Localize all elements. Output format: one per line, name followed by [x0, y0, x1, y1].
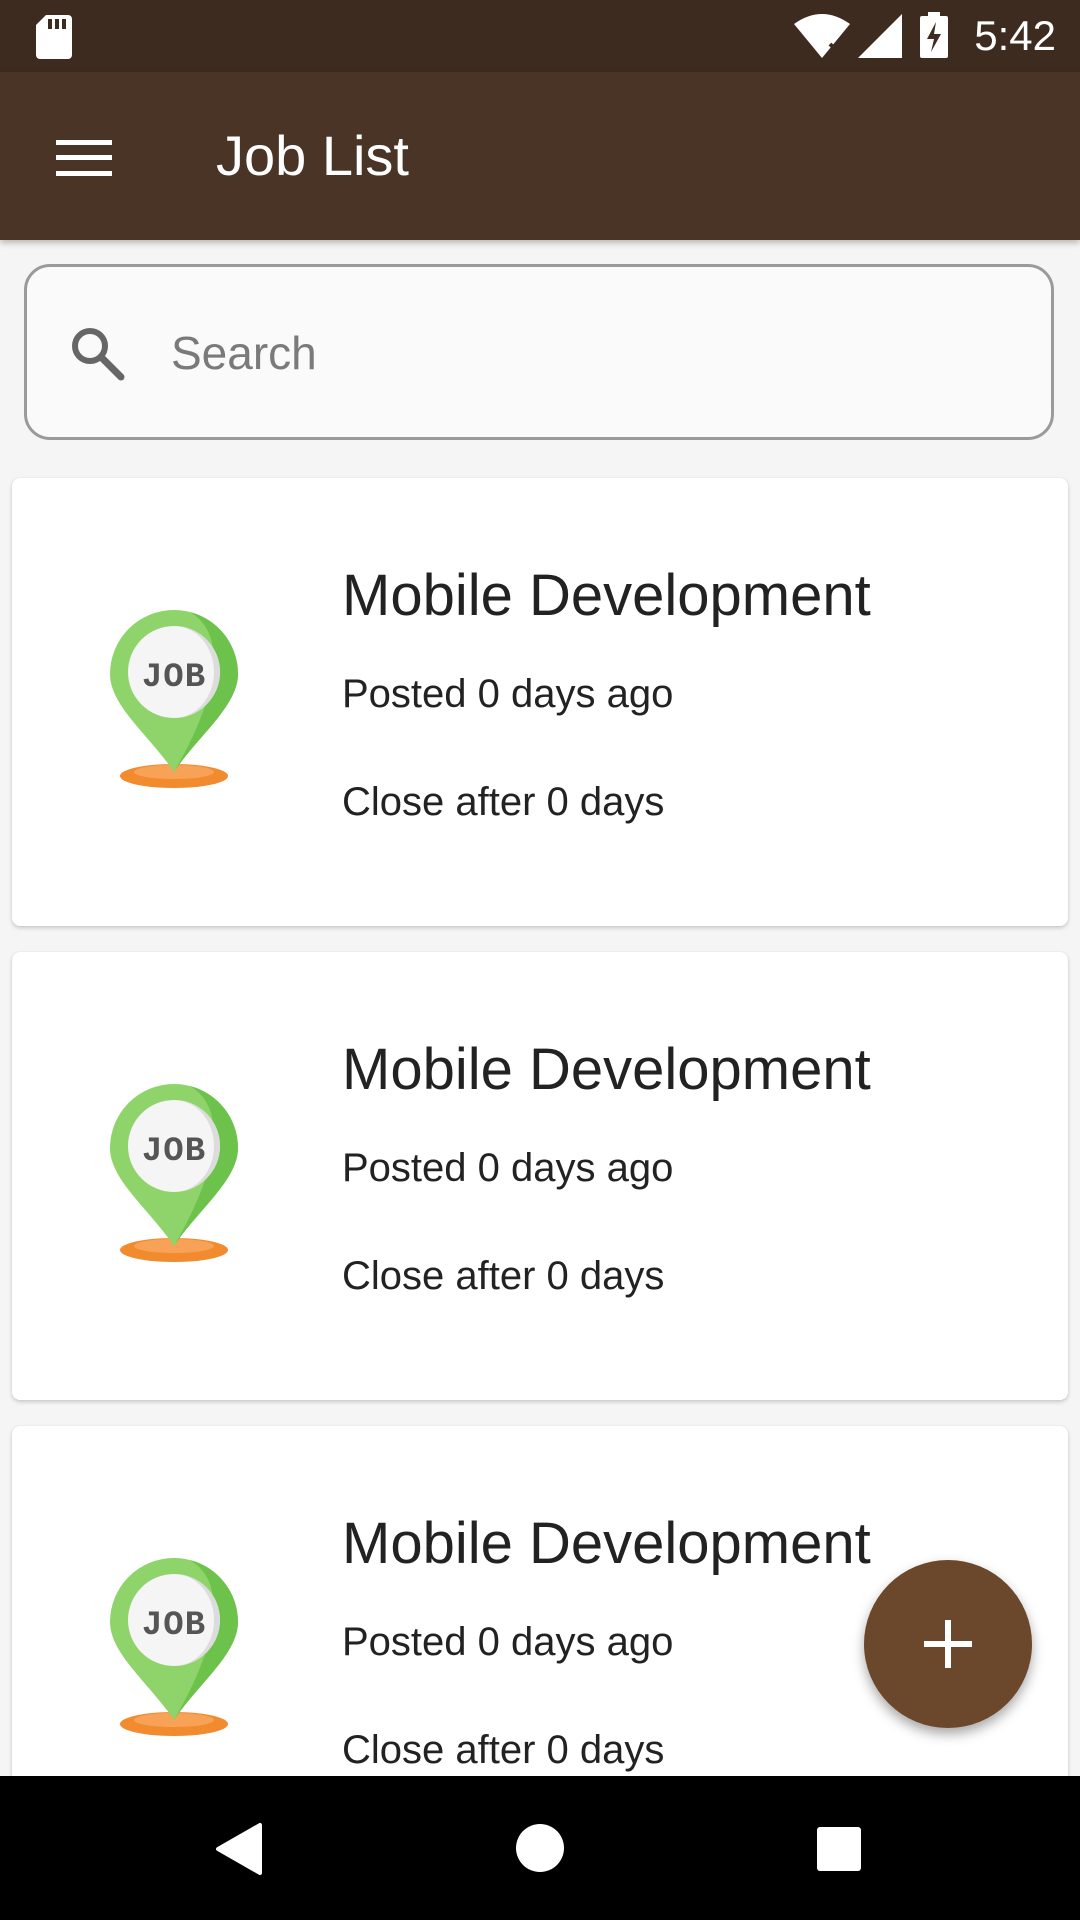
navigation-bar — [0, 1776, 1080, 1920]
job-logo-label: JOB — [142, 1133, 206, 1171]
job-logo-label: JOB — [142, 1607, 206, 1645]
job-list[interactable]: JOB Mobile Development Posted 0 days ago… — [0, 0, 1080, 1776]
page-title: Job List — [216, 124, 409, 187]
menu-button[interactable] — [38, 112, 130, 204]
job-pin-icon: JOB — [110, 1558, 238, 1736]
search-input[interactable] — [169, 307, 1013, 399]
job-pin-icon: JOB — [110, 1084, 238, 1262]
plus-icon — [924, 1620, 972, 1668]
job-close: Close after 0 days — [342, 780, 665, 824]
job-title: Mobile Development — [342, 1037, 871, 1102]
job-close: Close after 0 days — [342, 1254, 665, 1298]
search-icon — [72, 328, 125, 381]
job-posted: Posted 0 days ago — [342, 1620, 674, 1664]
job-card[interactable]: JOB Mobile Development Posted 0 days ago… — [12, 952, 1068, 1400]
job-close: Close after 0 days — [342, 1728, 665, 1772]
job-logo-label: JOB — [142, 659, 206, 697]
home-icon[interactable] — [514, 1822, 566, 1874]
app-bar: Job List — [0, 72, 1080, 240]
job-pin-icon: JOB — [110, 610, 238, 788]
hamburger-menu-icon — [56, 140, 112, 176]
job-posted: Posted 0 days ago — [342, 1146, 674, 1190]
job-title: Mobile Development — [342, 1511, 871, 1576]
back-icon[interactable] — [214, 1822, 262, 1876]
job-title: Mobile Development — [342, 563, 871, 628]
job-posted: Posted 0 days ago — [342, 672, 674, 716]
job-card[interactable]: JOB Mobile Development Posted 0 days ago… — [12, 478, 1068, 926]
add-job-button[interactable] — [864, 1560, 1032, 1728]
recents-icon[interactable] — [816, 1826, 862, 1872]
search-box[interactable] — [24, 264, 1054, 440]
